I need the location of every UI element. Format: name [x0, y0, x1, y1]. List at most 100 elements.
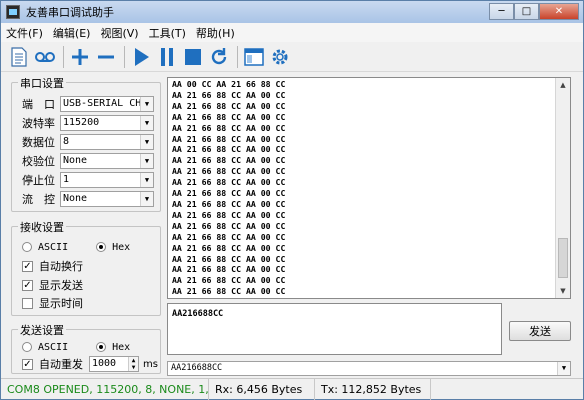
- show-send-checkbox[interactable]: ✓: [22, 279, 33, 291]
- baud-row: 波特率 115200 ▼: [22, 114, 154, 132]
- auto-wrap-row[interactable]: ✓ 自动换行: [22, 257, 83, 275]
- receive-line: AA 21 66 88 CC AA 00 CC: [172, 253, 286, 264]
- parity-label: 校验位: [22, 155, 55, 168]
- radio-circle-selected: [96, 242, 107, 252]
- send-textarea[interactable]: AA216688CC: [167, 303, 502, 355]
- receive-textarea[interactable]: AA 00 CC AA 21 66 88 CC AA 21 66 88 CC AA…: [167, 77, 571, 299]
- stop-bits-select[interactable]: 1 ▼: [60, 172, 154, 188]
- receive-settings-title: 接收设置: [18, 219, 66, 235]
- chevron-down-icon[interactable]: ▼: [557, 362, 570, 375]
- stop-bits-row: 停止位 1 ▼: [22, 171, 154, 189]
- menu-help[interactable]: 帮助(H): [191, 25, 240, 41]
- radio-circle-selected: [96, 342, 107, 352]
- chevron-down-icon: ▼: [140, 173, 153, 187]
- status-spacer: [431, 379, 583, 400]
- toolbar-separator: [63, 45, 64, 68]
- chevron-down-icon: ▼: [140, 116, 153, 130]
- window-title: 友善串口调试助手: [26, 6, 114, 19]
- flow-select[interactable]: None ▼: [60, 191, 154, 207]
- spin-arrows-icon[interactable]: ▲ ▼: [128, 357, 138, 371]
- interval-spinbox[interactable]: 1000 ▲ ▼: [89, 356, 139, 372]
- send-settings-group: 发送设置 ASCII Hex ✓ 自动重发 1000 ▲ ▼ ms: [11, 322, 161, 374]
- minus-icon[interactable]: [94, 45, 118, 69]
- menu-view[interactable]: 视图(V): [95, 25, 143, 41]
- radio-circle: [22, 242, 32, 252]
- receive-line: AA 21 66 88 CC AA 00 CC: [172, 100, 286, 111]
- maximize-button[interactable]: □: [514, 3, 539, 20]
- show-time-checkbox[interactable]: [22, 297, 33, 309]
- baud-select[interactable]: 115200 ▼: [60, 115, 154, 131]
- serial-settings-title: 串口设置: [18, 75, 66, 91]
- menu-file[interactable]: 文件(F): [1, 25, 48, 41]
- pause-icon[interactable]: [155, 45, 179, 69]
- send-mode-row: ASCII Hex: [22, 338, 130, 356]
- parity-row: 校验位 None ▼: [22, 152, 154, 170]
- window-controls: ─ □ ✕: [489, 3, 579, 20]
- play-icon[interactable]: [129, 45, 153, 69]
- receive-line: AA 21 66 88 CC AA 00 CC: [172, 122, 286, 133]
- scroll-up-arrow-icon[interactable]: ▲: [556, 78, 570, 92]
- send-ascii-radio[interactable]: ASCII: [22, 342, 68, 353]
- plus-icon[interactable]: [68, 45, 92, 69]
- send-hex-radio[interactable]: Hex: [96, 342, 130, 353]
- menu-bar: 文件(F) 编辑(E) 视图(V) 工具(T) 帮助(H): [1, 23, 583, 42]
- parity-select[interactable]: None ▼: [60, 153, 154, 169]
- auto-resend-checkbox[interactable]: ✓: [22, 358, 33, 370]
- app-icon: [6, 5, 20, 19]
- menu-edit[interactable]: 编辑(E): [48, 25, 96, 41]
- receive-hex-label: Hex: [112, 241, 131, 253]
- data-bits-row: 数据位 8 ▼: [22, 133, 154, 151]
- window-icon[interactable]: [242, 45, 266, 69]
- data-bits-select[interactable]: 8 ▼: [60, 134, 154, 150]
- port-row: 端 口 USB-SERIAL CH34 ▼: [22, 95, 154, 113]
- chevron-down-icon: ▼: [140, 97, 153, 111]
- receive-ascii-label: ASCII: [38, 241, 69, 253]
- toolbar-separator: [237, 45, 238, 68]
- data-bits-label: 数据位: [22, 136, 55, 149]
- receive-ascii-radio[interactable]: ASCII: [22, 242, 68, 253]
- chevron-down-icon: ▼: [140, 135, 153, 149]
- parity-value: None: [63, 155, 88, 166]
- settings-icon[interactable]: [268, 45, 292, 69]
- scroll-down-arrow-icon[interactable]: ▼: [556, 284, 570, 298]
- receive-line: AA 21 66 88 CC AA 00 CC: [172, 89, 286, 100]
- toolbar: [1, 42, 583, 72]
- receive-settings-group: 接收设置 ASCII Hex ✓ 自动换行 ✓ 显示发送 显示时间: [11, 219, 161, 316]
- stop-bits-label: 停止位: [22, 174, 55, 187]
- title-bar[interactable]: 友善串口调试助手 ─ □ ✕: [1, 1, 583, 23]
- auto-wrap-label: 自动换行: [39, 260, 83, 273]
- show-time-row[interactable]: 显示时间: [22, 294, 83, 312]
- receive-scrollbar[interactable]: ▲ ▼: [555, 78, 570, 298]
- send-ascii-label: ASCII: [38, 341, 69, 353]
- receive-hex-radio[interactable]: Hex: [96, 242, 130, 253]
- minimize-button[interactable]: ─: [489, 3, 514, 20]
- receive-mode-row: ASCII Hex: [22, 238, 130, 256]
- send-history-combo[interactable]: AA216688CC ▼: [167, 361, 571, 376]
- auto-resend-label: 自动重发: [39, 358, 83, 371]
- receive-line: AA 21 66 88 CC AA 00 CC: [172, 133, 286, 144]
- show-send-row[interactable]: ✓ 显示发送: [22, 276, 83, 294]
- stop-icon[interactable]: [181, 45, 205, 69]
- receive-line: AA 21 66 88 CC AA 00 CC: [172, 275, 286, 286]
- auto-wrap-checkbox[interactable]: ✓: [22, 260, 33, 272]
- send-button[interactable]: 发送: [509, 321, 571, 341]
- receive-line: AA 21 66 88 CC AA 00 CC: [172, 209, 286, 220]
- receive-line: AA 21 66 88 CC AA 00 CC: [172, 155, 286, 166]
- tx-count: Tx: 112,852 Bytes: [315, 378, 431, 400]
- receive-line: AA 21 66 88 CC AA 00 CC: [172, 188, 286, 199]
- record-icon[interactable]: [33, 45, 57, 69]
- flow-row: 流 控 None ▼: [22, 190, 154, 208]
- refresh-icon[interactable]: [207, 45, 231, 69]
- show-send-label: 显示发送: [39, 279, 83, 292]
- scroll-thumb[interactable]: [558, 238, 568, 278]
- flow-label: 流 控: [22, 193, 55, 206]
- new-file-icon[interactable]: [7, 45, 31, 69]
- menu-tools[interactable]: 工具(T): [144, 25, 191, 41]
- toolbar-separator: [124, 45, 125, 68]
- close-button[interactable]: ✕: [539, 3, 579, 20]
- port-select[interactable]: USB-SERIAL CH34 ▼: [60, 96, 154, 112]
- port-label: 端 口: [22, 98, 55, 111]
- data-bits-value: 8: [63, 136, 70, 147]
- chevron-down-icon: ▼: [140, 192, 153, 206]
- receive-line: AA 21 66 88 CC AA 00 CC: [172, 242, 286, 253]
